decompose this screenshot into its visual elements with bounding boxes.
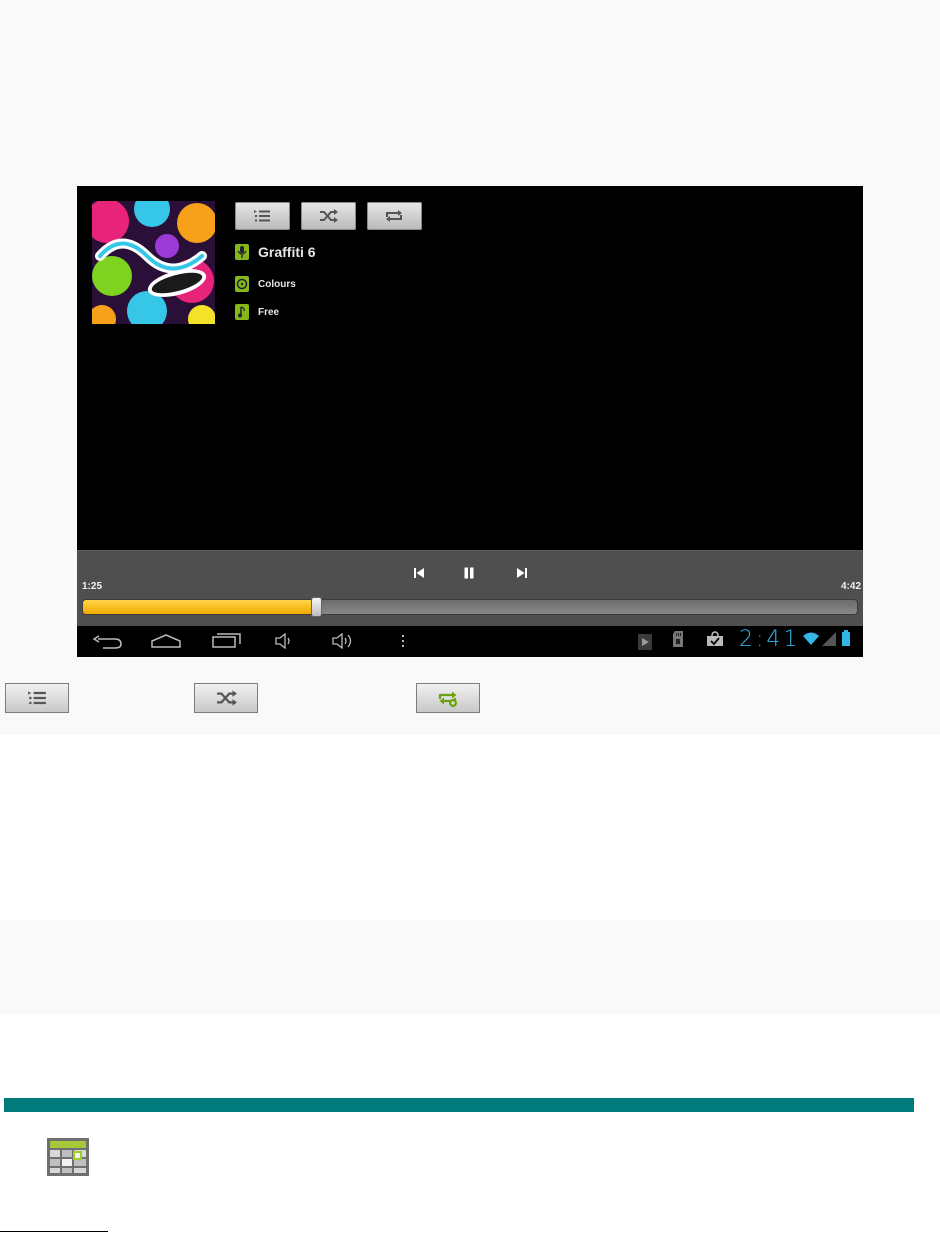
wifi-icon [803,632,819,645]
volume-down-icon[interactable] [275,633,295,649]
previous-icon[interactable] [413,567,425,579]
repeat-icon [386,210,402,222]
legend-playlist-button [5,683,69,713]
total-time: 4:42 [840,581,861,592]
album-name: Colours [258,278,296,290]
home-icon[interactable] [151,633,181,648]
note-icon [47,1138,89,1176]
battery-icon [842,630,850,646]
menu-icon[interactable] [401,634,405,648]
seek-bar-thumb[interactable] [312,598,321,616]
section-divider [4,1098,914,1112]
seek-bar[interactable] [82,598,858,616]
music-note-icon [235,304,249,320]
song-name: Free [258,306,280,318]
back-icon[interactable] [93,635,123,649]
song-row: Free [235,303,279,321]
status-clock: 2:41 [739,627,801,652]
album-icon [235,276,249,292]
playlist-icon [254,210,270,222]
music-player-screenshot: Graffiti 6 Colours Free 1:25 4:42 2:41 [77,186,863,657]
repeat-all-icon [438,691,457,707]
system-bar: 2:41 [77,626,863,657]
shuffle-icon [320,209,338,223]
sd-card-icon [673,631,683,647]
repeat-button[interactable] [367,202,422,230]
album-row: Colours [235,275,296,293]
next-icon[interactable] [516,567,528,579]
play-store-icon [638,634,652,650]
playlist-button[interactable] [235,202,290,230]
shuffle-icon [217,690,237,706]
volume-up-icon[interactable] [332,633,356,649]
elapsed-time: 1:25 [82,581,103,592]
track-title: Graffiti 6 [258,244,316,260]
shuffle-button[interactable] [301,202,356,230]
playlist-icon [28,691,46,705]
album-art [92,201,215,324]
shaded-block [0,920,940,1014]
pause-icon[interactable] [463,567,475,579]
playback-controls: 1:25 4:42 [77,550,863,626]
track-title-row: Graffiti 6 [235,243,316,261]
microphone-icon [235,244,249,260]
shopping-bag-icon [707,631,723,646]
legend-shuffle-button [194,683,258,713]
recent-apps-icon[interactable] [212,633,242,648]
signal-icon [822,632,836,646]
seek-bar-progress [83,600,316,614]
legend-repeat-all-button [416,683,480,713]
footnote-rule [0,1231,108,1232]
